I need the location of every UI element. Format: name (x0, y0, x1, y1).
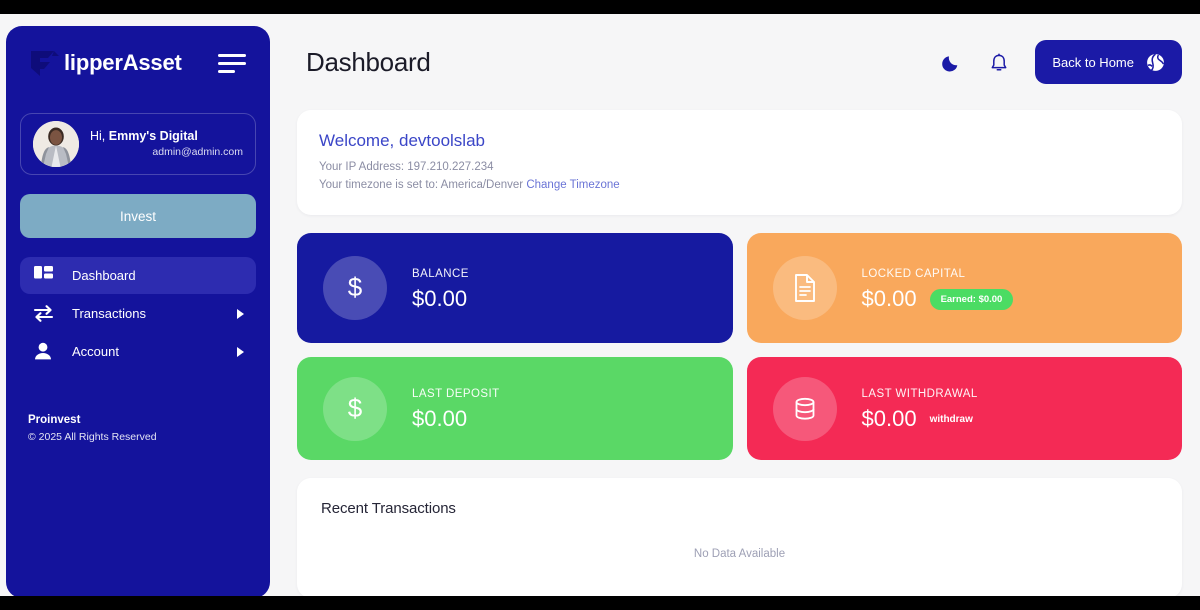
stat-body: LOCKED CAPITAL $0.00 Earned: $0.00 (862, 266, 1014, 311)
app-page: lipperAsset Hi, Emmy's Digital admin@adm… (0, 14, 1200, 596)
bell-icon (991, 52, 1007, 71)
back-to-home-label: Back to Home (1052, 54, 1134, 70)
stat-label: LOCKED CAPITAL (861, 267, 966, 280)
exchange-arrows-icon (32, 303, 54, 325)
user-greeting: Hi, Emmy's Digital (90, 129, 198, 144)
globe-icon (1147, 52, 1165, 71)
stat-label: BALANCE (412, 267, 469, 280)
dollar-sign-icon: $ (323, 256, 387, 321)
chevron-right-icon (237, 346, 244, 357)
topbar-actions: Back to Home (939, 40, 1182, 84)
stats-grid: $ BALANCE $0.00 LOCKED CAPITAL $0.00 Ear… (297, 233, 1182, 461)
welcome-title: Welcome, devtoolslab (319, 131, 485, 150)
dollar-sign-icon: $ (323, 376, 387, 441)
sidebar-item-account[interactable]: Account (20, 333, 256, 370)
stat-body: LAST WITHDRAWAL $0.00 withdraw (862, 386, 978, 431)
sidebar-item-label: Account (72, 344, 119, 359)
user-avatar-photo (33, 121, 79, 167)
stat-body: BALANCE $0.00 (412, 266, 469, 311)
stat-label: LAST WITHDRAWAL (861, 388, 978, 401)
stat-card-last-deposit[interactable]: $ LAST DEPOSIT $0.00 (297, 357, 733, 461)
footer-copyright: © 2025 All Rights Reserved (28, 431, 157, 444)
main-content: Dashboard Back to Home Welcome, devtools… (282, 14, 1200, 596)
stat-card-locked-capital[interactable]: LOCKED CAPITAL $0.00 Earned: $0.00 (746, 233, 1182, 344)
invest-button[interactable]: Invest (20, 194, 256, 238)
hamburger-menu-icon[interactable] (218, 52, 248, 74)
dark-mode-toggle[interactable] (939, 50, 963, 74)
stat-card-last-withdrawal[interactable]: LAST WITHDRAWAL $0.00 withdraw (746, 357, 1182, 461)
sidebar-item-dashboard[interactable]: Dashboard (20, 257, 256, 294)
chevron-right-icon (237, 308, 244, 319)
stat-value-row: $0.00 (412, 407, 500, 431)
user-email: admin@admin.com (152, 146, 243, 159)
document-icon (772, 256, 837, 321)
stat-value: $0.00 (861, 285, 917, 311)
sidebar-item-label: Transactions (72, 306, 146, 321)
stat-label: LAST DEPOSIT (412, 388, 500, 401)
timezone-line: Your timezone is set to: America/Denver … (319, 176, 1160, 195)
sidebar-footer: Proinvest © 2025 All Rights Reserved (28, 412, 157, 446)
database-icon (772, 376, 837, 441)
user-profile-card[interactable]: Hi, Emmy's Digital admin@admin.com (20, 113, 256, 175)
screenshot-viewport: lipperAsset Hi, Emmy's Digital admin@adm… (0, 0, 1200, 610)
recent-transactions-card: Recent Transactions No Data Available (297, 478, 1182, 596)
sidebar-item-transactions[interactable]: Transactions (20, 295, 256, 332)
sidebar-nav: Dashboard Transactions Account (20, 257, 256, 370)
recent-transactions-title: Recent Transactions (321, 500, 456, 518)
stat-value-row: $0.00 (412, 285, 469, 311)
stat-body: LAST DEPOSIT $0.00 (412, 386, 500, 431)
notifications-button[interactable] (987, 50, 1011, 74)
no-data-message: No Data Available (693, 548, 786, 561)
ip-address-line: Your IP Address: 197.210.227.234 (319, 160, 494, 173)
stat-value-row: $0.00 withdraw (862, 407, 978, 431)
grid-dashboard-icon (32, 265, 54, 287)
withdraw-link[interactable]: withdraw (930, 414, 973, 425)
earned-badge: Earned: $0.00 (929, 288, 1014, 310)
person-icon (32, 341, 54, 363)
stat-value: $0.00 (412, 285, 468, 311)
sidebar: lipperAsset Hi, Emmy's Digital admin@adm… (6, 26, 270, 596)
sidebar-brand[interactable]: lipperAsset (20, 32, 256, 94)
stat-card-balance[interactable]: $ BALANCE $0.00 (297, 233, 733, 344)
footer-brand: Proinvest (28, 413, 81, 426)
moon-icon (942, 55, 958, 72)
svg-text:$: $ (348, 273, 363, 302)
topbar: Dashboard Back to Home (282, 14, 1200, 110)
brand-name: lipperAsset (64, 50, 182, 75)
timezone-text: Your timezone is set to: America/Denver (319, 179, 524, 192)
page-title: Dashboard (306, 46, 431, 77)
dashboard-content: Welcome, devtoolslab Your IP Address: 19… (282, 110, 1200, 596)
stat-value: $0.00 (412, 406, 468, 432)
sidebar-item-label: Dashboard (72, 268, 136, 283)
avatar (33, 121, 79, 167)
user-info: Hi, Emmy's Digital admin@admin.com (90, 128, 243, 159)
svg-text:$: $ (348, 394, 363, 423)
flipper-logo-icon (31, 51, 59, 76)
change-timezone-link[interactable]: Change Timezone (526, 179, 619, 191)
welcome-card: Welcome, devtoolslab Your IP Address: 19… (297, 110, 1182, 216)
stat-value-row: $0.00 Earned: $0.00 (861, 285, 1014, 311)
back-to-home-button[interactable]: Back to Home (1035, 40, 1182, 84)
stat-value: $0.00 (861, 406, 917, 432)
